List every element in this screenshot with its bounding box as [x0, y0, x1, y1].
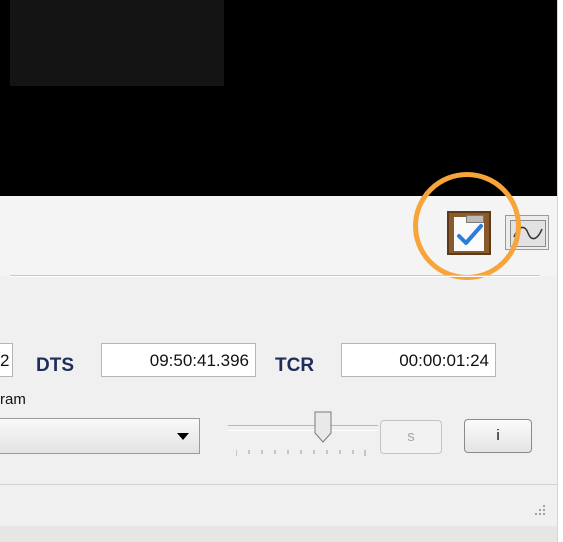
previous-field[interactable]: 2 — [0, 343, 13, 377]
separator-line — [10, 275, 540, 277]
tcr-field[interactable]: 00:00:01:24 — [341, 343, 496, 377]
s-button[interactable]: s — [380, 420, 442, 454]
highlight-circle — [413, 172, 521, 280]
slider-ticks — [236, 450, 366, 456]
slider-thumb[interactable] — [314, 411, 332, 443]
slider-track[interactable] — [228, 425, 378, 431]
chevron-down-icon — [177, 433, 189, 440]
dts-label: DTS — [36, 355, 74, 376]
window-bottom-edge — [0, 526, 557, 542]
status-bar — [0, 484, 557, 527]
application-window: 2 DTS 09:50:41.396 TCR 00:00:01:24 ram s… — [0, 0, 557, 542]
dts-field[interactable]: 09:50:41.396 — [101, 343, 256, 377]
video-preview — [0, 0, 557, 196]
program-dropdown[interactable] — [0, 418, 200, 454]
i-button[interactable]: i — [464, 419, 532, 453]
video-frame — [10, 0, 224, 86]
resize-grip-icon[interactable] — [528, 500, 548, 520]
tcr-label: TCR — [275, 355, 315, 376]
window-right-edge — [557, 0, 563, 542]
program-label: ram — [0, 391, 26, 408]
